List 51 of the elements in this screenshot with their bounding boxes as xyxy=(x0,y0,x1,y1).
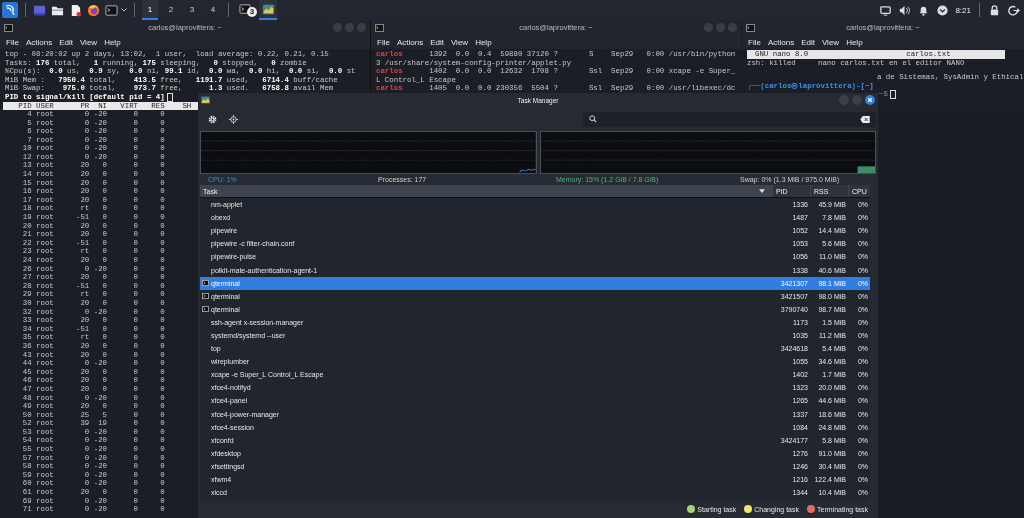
search-field[interactable] xyxy=(583,111,876,127)
settings-icon[interactable] xyxy=(208,114,217,124)
terminal-icon[interactable] xyxy=(105,3,118,17)
menu-item[interactable]: Help xyxy=(475,37,492,47)
menu-item[interactable]: File xyxy=(377,37,390,47)
menu-item[interactable]: View xyxy=(79,37,98,47)
terminal-icon xyxy=(202,306,209,313)
desktop-icon[interactable] xyxy=(33,3,46,17)
terminal-task-button[interactable]: 3 xyxy=(236,0,254,20)
clear-icon[interactable] xyxy=(860,115,870,123)
terminal-icon xyxy=(4,23,13,32)
terminal-icon xyxy=(202,293,209,300)
clock[interactable]: 8:21 xyxy=(955,5,971,15)
logout-icon[interactable] xyxy=(1007,3,1020,17)
menu-item[interactable]: Edit xyxy=(801,37,815,47)
menu-item[interactable]: Actions xyxy=(396,37,424,47)
document-icon[interactable] xyxy=(69,3,82,17)
browser-icon[interactable] xyxy=(87,3,100,17)
search-icon xyxy=(589,115,597,123)
terminal-icon xyxy=(238,2,252,16)
download-icon[interactable] xyxy=(936,3,950,17)
workspace-button[interactable]: 4 xyxy=(205,0,221,20)
menu-item[interactable]: View xyxy=(450,37,469,47)
task-manager-task-button[interactable] xyxy=(259,0,277,20)
count-badge: 3 xyxy=(247,7,257,17)
terminal-icon xyxy=(746,23,755,32)
menu-item[interactable]: View xyxy=(821,37,840,47)
menu-item[interactable]: File xyxy=(6,37,19,47)
menu-item[interactable]: Actions xyxy=(25,37,53,47)
menu-item[interactable]: Help xyxy=(104,37,121,47)
workspace-button[interactable]: 1 xyxy=(142,0,158,20)
close-button[interactable] xyxy=(865,95,875,105)
volume-icon[interactable] xyxy=(898,3,912,17)
crosshair-icon[interactable] xyxy=(229,114,238,124)
display-icon[interactable] xyxy=(879,3,893,17)
monitor-icon xyxy=(261,2,275,16)
monitor-icon xyxy=(201,96,210,104)
text-cursor xyxy=(889,90,896,99)
terminal-icon xyxy=(375,23,384,32)
menu-item[interactable]: File xyxy=(748,37,761,47)
menu-item[interactable]: Help xyxy=(846,37,863,47)
menu-item[interactable]: Edit xyxy=(59,37,73,47)
text-cursor xyxy=(166,92,173,102)
workspace-button[interactable]: 3 xyxy=(184,0,200,20)
caret-icon[interactable] xyxy=(121,8,127,12)
menu-item[interactable]: Actions xyxy=(767,37,795,47)
lock-icon[interactable] xyxy=(988,3,1001,17)
terminal-icon xyxy=(202,280,209,287)
workspace-button[interactable]: 2 xyxy=(163,0,179,20)
menu-item[interactable]: Edit xyxy=(430,37,444,47)
sort-icon xyxy=(759,189,765,193)
